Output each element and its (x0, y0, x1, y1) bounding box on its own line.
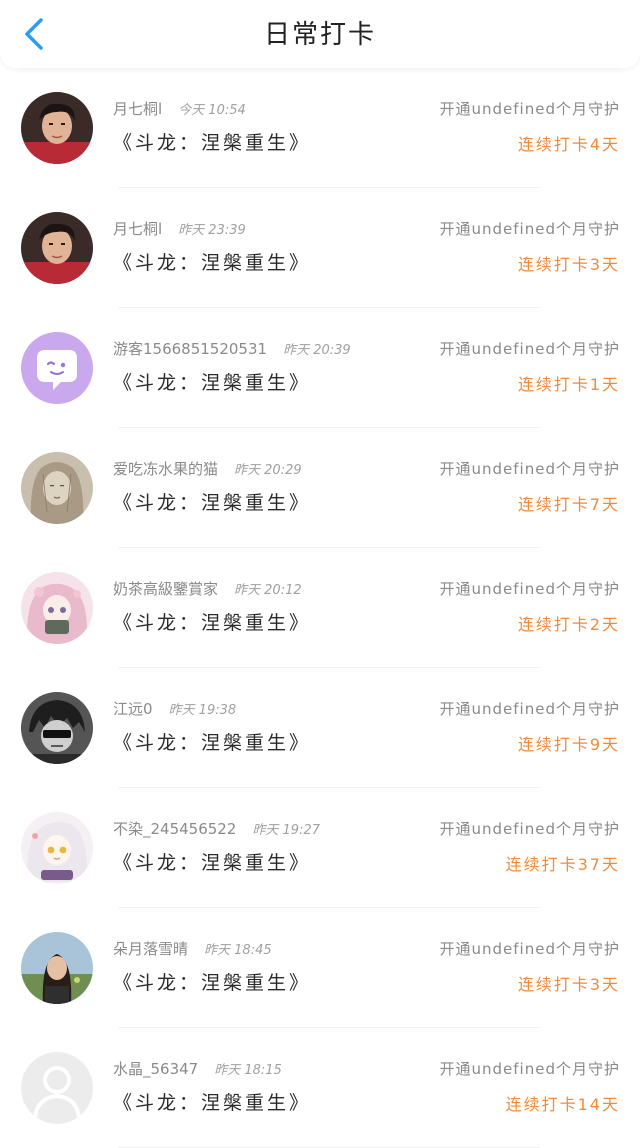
list-item[interactable]: 朵月落雪晴 昨天 18:45 《斗龙：涅槃重生》 开通undefined个月守护 … (0, 908, 640, 1028)
nav-bar: 日常打卡 (0, 0, 640, 68)
page-title: 日常打卡 (263, 20, 376, 50)
avatar[interactable] (21, 812, 93, 884)
checkin-meta: 朵月落雪晴 昨天 18:45 (113, 938, 272, 959)
book-title[interactable]: 《斗龙：涅槃重生》 (113, 608, 311, 635)
book-title[interactable]: 《斗龙：涅槃重生》 (113, 128, 311, 155)
checkin-meta: 爱吃冻水果的猫 昨天 20:29 (113, 458, 302, 479)
username[interactable]: 不染_245456522 (113, 820, 236, 838)
book-title[interactable]: 《斗龙：涅槃重生》 (113, 368, 311, 395)
streak-badge: 连续打卡7天 (517, 495, 620, 514)
checkin-meta: 游客1566851520531 昨天 20:39 (113, 338, 351, 359)
list-item[interactable]: 不染_245456522 昨天 19:27 《斗龙：涅槃重生》 开通undefin… (0, 788, 640, 908)
timestamp: 昨天 23:39 (178, 223, 246, 238)
timestamp: 昨天 20:29 (234, 463, 302, 478)
checkin-meta: 江远0 昨天 19:38 (113, 698, 236, 719)
sketch-portrait-icon (21, 452, 93, 524)
timestamp: 昨天 19:38 (168, 703, 237, 718)
avatar[interactable] (21, 92, 93, 164)
checkin-meta: 月七桐l 今天 10:54 (113, 98, 246, 119)
streak-badge: 连续打卡3天 (517, 975, 620, 994)
book-title[interactable]: 《斗龙：涅槃重生》 (113, 248, 311, 275)
checkin-list: 月七桐l 今天 10:54 《斗龙：涅槃重生》 开通undefined个月守护 连… (0, 68, 640, 1148)
list-item[interactable]: 江远0 昨天 19:38 《斗龙：涅槃重生》 开通undefined个月守护 连续… (0, 668, 640, 788)
book-title[interactable]: 《斗龙：涅槃重生》 (113, 848, 311, 875)
avatar[interactable] (21, 212, 93, 284)
username[interactable]: 月七桐l (113, 220, 162, 238)
book-title[interactable]: 《斗龙：涅槃重生》 (113, 488, 311, 515)
timestamp: 昨天 18:45 (204, 943, 272, 958)
book-title[interactable]: 《斗龙：涅槃重生》 (113, 728, 311, 755)
guard-info: 开通undefined个月守护 (439, 700, 620, 718)
list-item[interactable]: 水晶_56347 昨天 18:15 《斗龙：涅槃重生》 开通undefined个月… (0, 1028, 640, 1148)
avatar[interactable] (21, 452, 93, 524)
streak-badge: 连续打卡4天 (517, 135, 620, 154)
list-item[interactable]: 爱吃冻水果的猫 昨天 20:29 《斗龙：涅槃重生》 开通undefined个月守… (0, 428, 640, 548)
streak-badge: 连续打卡37天 (505, 855, 620, 874)
username[interactable]: 游客1566851520531 (113, 340, 267, 358)
guard-info: 开通undefined个月守护 (439, 340, 620, 358)
username[interactable]: 水晶_56347 (113, 1060, 198, 1078)
guard-info: 开通undefined个月守护 (439, 940, 620, 958)
streak-badge: 连续打卡3天 (517, 255, 620, 274)
list-item[interactable]: 奶茶高級鑒賞家 昨天 20:12 《斗龙：涅槃重生》 开通undefined个月守… (0, 548, 640, 668)
list-item[interactable]: 游客1566851520531 昨天 20:39 《斗龙：涅槃重生》 开通unde… (0, 308, 640, 428)
chat-bubble-icon (21, 332, 93, 404)
book-title[interactable]: 《斗龙：涅槃重生》 (113, 1088, 311, 1115)
default-user-icon (21, 1052, 93, 1124)
checkin-meta: 奶茶高級鑒賞家 昨天 20:12 (113, 578, 302, 599)
anime-avatar-icon (21, 572, 93, 644)
list-item[interactable]: 月七桐l 昨天 23:39 《斗龙：涅槃重生》 开通undefined个月守护 连… (0, 188, 640, 308)
streak-badge: 连续打卡9天 (517, 735, 620, 754)
timestamp: 昨天 18:15 (214, 1063, 282, 1078)
user-photo-icon (21, 212, 93, 284)
anime-avatar-icon (21, 812, 93, 884)
streak-badge: 连续打卡14天 (505, 1095, 620, 1114)
username[interactable]: 江远0 (113, 700, 153, 718)
checkin-meta: 月七桐l 昨天 23:39 (113, 218, 246, 239)
timestamp: 今天 10:54 (178, 103, 246, 118)
guard-info: 开通undefined个月守护 (439, 580, 620, 598)
guard-info: 开通undefined个月守护 (439, 1060, 620, 1078)
book-title[interactable]: 《斗龙：涅槃重生》 (113, 968, 311, 995)
user-photo-icon (21, 92, 93, 164)
username[interactable]: 爱吃冻水果的猫 (113, 460, 218, 478)
checkin-meta: 不染_245456522 昨天 19:27 (113, 818, 320, 839)
avatar[interactable] (21, 1052, 93, 1124)
list-item[interactable]: 月七桐l 今天 10:54 《斗龙：涅槃重生》 开通undefined个月守护 连… (0, 68, 640, 188)
streak-badge: 连续打卡2天 (517, 615, 620, 634)
username[interactable]: 朵月落雪晴 (113, 940, 188, 958)
avatar[interactable] (21, 572, 93, 644)
timestamp: 昨天 19:27 (252, 823, 321, 838)
timestamp: 昨天 20:39 (283, 343, 351, 358)
guard-info: 开通undefined个月守护 (439, 220, 620, 238)
checkin-meta: 水晶_56347 昨天 18:15 (113, 1058, 282, 1079)
guard-info: 开通undefined个月守护 (439, 820, 620, 838)
timestamp: 昨天 20:12 (234, 583, 302, 598)
guard-info: 开通undefined个月守护 (439, 460, 620, 478)
username[interactable]: 月七桐l (113, 100, 162, 118)
manga-avatar-icon (21, 692, 93, 764)
avatar[interactable] (21, 692, 93, 764)
avatar[interactable] (21, 332, 93, 404)
avatar[interactable] (21, 932, 93, 1004)
username[interactable]: 奶茶高級鑒賞家 (113, 580, 218, 598)
streak-badge: 连续打卡1天 (517, 375, 620, 394)
user-photo-icon (21, 932, 93, 1004)
guard-info: 开通undefined个月守护 (439, 100, 620, 118)
